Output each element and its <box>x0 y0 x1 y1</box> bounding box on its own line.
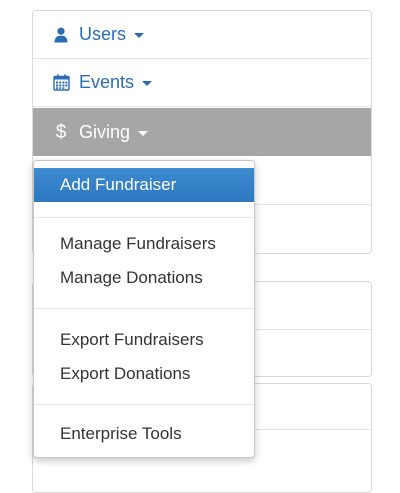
menu-item-export-fundraisers[interactable]: Export Fundraisers <box>34 323 254 357</box>
nav-label-giving: Giving <box>79 121 131 142</box>
nav-item-giving[interactable]: $ Giving <box>33 108 371 156</box>
nav-label-events: Events <box>79 72 135 92</box>
user-icon <box>52 26 70 44</box>
menu-item-add-fundraiser[interactable]: Add Fundraiser <box>34 168 254 202</box>
chevron-down-icon <box>142 81 153 86</box>
menu-divider <box>34 217 254 218</box>
nav-label-users: Users <box>79 24 127 44</box>
menu-item-manage-fundraisers[interactable]: Manage Fundraisers <box>34 227 254 261</box>
nav-item-users[interactable]: Users <box>33 11 371 59</box>
calendar-icon <box>52 74 70 92</box>
nav-item-events[interactable]: Events <box>33 59 371 107</box>
menu-divider <box>34 308 254 309</box>
giving-dropdown-menu: Add Fundraiser Manage Fundraisers Manage… <box>33 160 255 458</box>
chevron-down-icon <box>138 130 149 136</box>
chevron-down-icon <box>134 33 145 38</box>
menu-item-export-donations[interactable]: Export Donations <box>34 357 254 391</box>
menu-divider <box>34 404 254 405</box>
menu-item-enterprise-tools[interactable]: Enterprise Tools <box>34 417 254 451</box>
dollar-icon: $ <box>55 121 67 143</box>
menu-item-manage-donations[interactable]: Manage Donations <box>34 261 254 295</box>
